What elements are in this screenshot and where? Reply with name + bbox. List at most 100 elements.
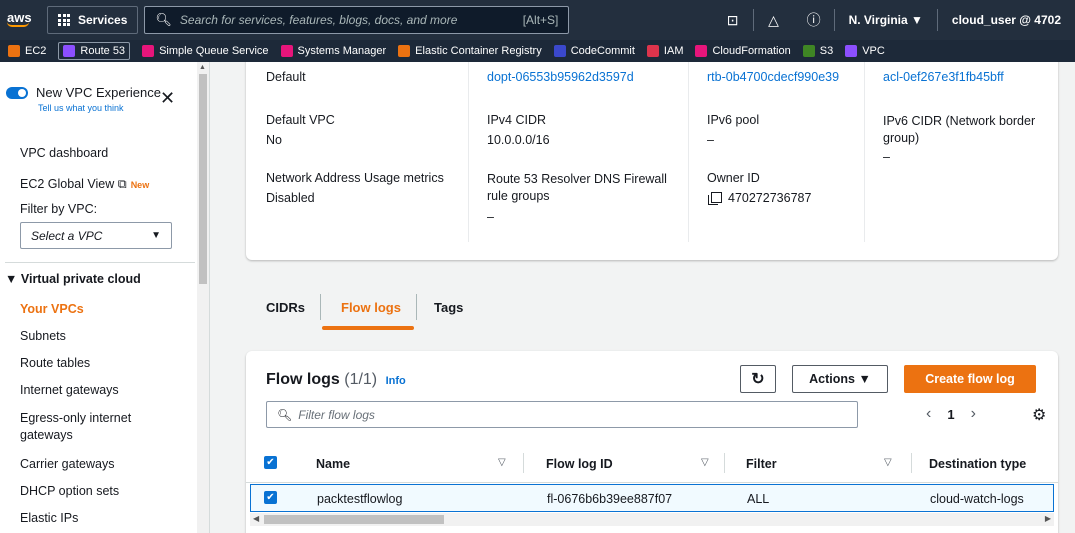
tab-flow-logs[interactable]: Flow logs [341, 300, 401, 315]
sidebar-item-route-tables[interactable]: Route tables [20, 356, 90, 370]
tab-tags[interactable]: Tags [434, 300, 463, 315]
select-all-checkbox[interactable]: ✔ [264, 456, 277, 469]
sidebar-scrollbar[interactable]: ▲ [197, 62, 209, 533]
info-link[interactable]: Info [386, 375, 406, 387]
column-filter[interactable]: Filter [746, 457, 777, 471]
cell-name: packtestflowlog [317, 492, 403, 506]
sidebar: New VPC Experience Tell us what you thin… [0, 62, 210, 533]
sidebar-item-your-vpcs[interactable]: Your VPCs [20, 302, 84, 316]
favorite-codecommit[interactable]: CodeCommit [553, 45, 635, 57]
cell-filter: ALL [747, 492, 770, 506]
account-menu[interactable]: cloud_user @ 4702 [938, 13, 1075, 27]
region-selector[interactable]: N. Virginia ▼ [835, 13, 937, 27]
sidebar-item-egress-only-internet-gateways[interactable]: Egress-only internet gateways [20, 410, 170, 444]
owner-id-value: 470272736787 [708, 191, 812, 205]
favorite-cloudformation[interactable]: CloudFormation [695, 45, 791, 57]
services-button[interactable]: Services [47, 6, 139, 34]
favorite-route53[interactable]: Route 53 [58, 42, 131, 60]
copy-icon[interactable] [708, 192, 722, 205]
nau-metrics-label: Network Address Usage metrics [266, 171, 444, 185]
sidebar-item-subnets[interactable]: Subnets [20, 329, 66, 343]
favorite-label: S3 [819, 45, 834, 57]
favorite-vpc[interactable]: VPC [845, 45, 885, 57]
ec2-global-view-label: EC2 Global View [20, 177, 115, 191]
details-column-1: Default Default VPC No Network Address U… [246, 62, 468, 242]
favorite-label: EC2 [25, 45, 47, 57]
column-divider [911, 453, 912, 473]
sidebar-item-elastic-ips[interactable]: Elastic IPs [20, 511, 78, 525]
sidebar-item-vpc-dashboard[interactable]: VPC dashboard [20, 146, 108, 160]
actions-button[interactable]: Actions ▼ [792, 365, 888, 393]
ec2-icon [8, 45, 20, 57]
flow-logs-count: (1/1) [344, 371, 378, 388]
table-horizontal-scrollbar[interactable]: ◀ ▶ [250, 513, 1054, 526]
flow-logs-title: Flow logs [266, 371, 340, 388]
tab-cidrs[interactable]: CIDRs [266, 300, 305, 315]
vpc-select-placeholder: Select a VPC [31, 229, 103, 243]
tab-divider [416, 294, 417, 320]
search-input[interactable]: 🔍︎ Search for services, features, blogs,… [144, 6, 570, 34]
owner-id-label: Owner ID [707, 171, 760, 185]
dhcp-option-set-link[interactable]: dopt-06553b95962d3597d [487, 70, 634, 84]
tab-divider [320, 294, 321, 320]
favorite-label: Route 53 [80, 45, 126, 57]
sidebar-item-carrier-gateways[interactable]: Carrier gateways [20, 457, 114, 471]
favorite-sqs[interactable]: Simple Queue Service [142, 45, 269, 57]
network-acl-link[interactable]: acl-0ef267e3f1fb45bff [883, 70, 1004, 84]
table-row[interactable]: ✔ packtestflowlog fl-0676b6b39ee887f07 A… [250, 484, 1054, 512]
column-destination-type[interactable]: Destination type [929, 457, 1026, 471]
cloudshell-icon[interactable]: ⊡ [713, 12, 753, 29]
top-navigation: aws Services 🔍︎ Search for services, fea… [0, 0, 1075, 40]
sort-icon[interactable]: ▽ [701, 457, 709, 468]
favorite-systems-manager[interactable]: Systems Manager [280, 45, 386, 57]
scroll-left-icon[interactable]: ◀ [253, 514, 259, 523]
row-checkbox[interactable]: ✔ [264, 491, 277, 504]
new-badge: New [130, 180, 150, 190]
scroll-right-icon[interactable]: ▶ [1045, 514, 1051, 523]
scrollbar-thumb[interactable] [264, 515, 444, 524]
vpc-select[interactable]: Select a VPC ▼ [20, 222, 172, 249]
services-label: Services [78, 13, 128, 27]
favorite-ecr[interactable]: Elastic Container Registry [398, 45, 542, 57]
flow-logs-panel: Flow logs (1/1) Info ↻ Actions ▼ Create … [246, 351, 1058, 533]
sort-icon[interactable]: ▽ [884, 457, 892, 468]
sidebar-divider [5, 262, 195, 263]
external-link-icon: ⧉ [117, 177, 127, 191]
route-table-link[interactable]: rtb-0b4700cdecf990e39 [707, 70, 839, 84]
new-experience-toggle[interactable] [6, 87, 28, 99]
aws-logo[interactable]: aws [7, 11, 37, 27]
favorite-s3[interactable]: S3 [802, 45, 834, 57]
filter-placeholder: Filter flow logs [298, 407, 375, 422]
owner-id-text: 470272736787 [728, 191, 812, 205]
favorite-label: CloudFormation [712, 45, 791, 57]
vpc-details-card: Default Default VPC No Network Address U… [246, 62, 1058, 260]
feedback-link[interactable]: Tell us what you think [38, 103, 161, 113]
sidebar-item-dhcp-option-sets[interactable]: DHCP option sets [20, 484, 119, 498]
filter-flow-logs-input[interactable]: 🔍︎ Filter flow logs [266, 401, 858, 428]
refresh-button[interactable]: ↻ [740, 365, 776, 393]
create-flow-log-button[interactable]: Create flow log [904, 365, 1036, 393]
column-divider [724, 453, 725, 473]
scrollbar-thumb[interactable] [199, 74, 207, 284]
sidebar-item-internet-gateways[interactable]: Internet gateways [20, 383, 119, 397]
section-virtual-private-cloud[interactable]: ▼ Virtual private cloud [5, 272, 141, 286]
ipv6-pool-label: IPv6 pool [707, 113, 760, 127]
chevron-left-icon[interactable]: ‹ [926, 405, 931, 423]
details-column-3: rtb-0b4700cdecf990e39 IPv6 pool – Owner … [688, 62, 864, 242]
route53-icon [63, 45, 76, 57]
close-icon[interactable]: ✕ [160, 88, 175, 109]
detail-tabs: CIDRs Flow logs Tags [246, 288, 1058, 330]
chevron-right-icon[interactable]: › [971, 405, 976, 423]
bell-icon[interactable]: △ [754, 12, 794, 29]
sort-icon[interactable]: ▽ [498, 457, 506, 468]
column-flow-log-id[interactable]: Flow log ID [546, 457, 613, 471]
sidebar-item-ec2-global-view[interactable]: EC2 Global View ⧉ New [20, 177, 149, 192]
sqs-icon [142, 45, 155, 57]
page-number[interactable]: 1 [947, 407, 954, 422]
help-icon[interactable]: ⓘ [794, 10, 834, 30]
favorite-iam[interactable]: IAM [646, 45, 683, 57]
favorite-ec2[interactable]: EC2 [8, 45, 46, 57]
gear-icon[interactable]: ⚙︎ [1032, 405, 1046, 425]
column-name[interactable]: Name [316, 457, 350, 471]
scroll-up-icon[interactable]: ▲ [199, 64, 206, 71]
